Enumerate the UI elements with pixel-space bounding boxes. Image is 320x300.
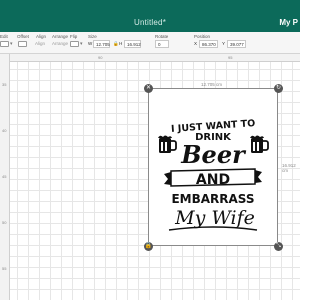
align-label: Align [36, 34, 47, 39]
design-line-4: AND [196, 172, 230, 188]
lock-handle-icon[interactable]: 🔒 [144, 242, 153, 251]
align-dropdown[interactable]: Align [35, 41, 45, 47]
height-readout: 16.912 cm [282, 163, 296, 173]
y-position-input[interactable]: 39.077 [227, 40, 246, 48]
design-artwork[interactable]: I JUST WANT TO DRINK Beer AND EMBARRASS … [151, 96, 275, 236]
vertical-ruler: 35 40 45 50 55 [0, 54, 10, 300]
height-input[interactable]: 16.912 [124, 40, 141, 48]
position-label: Position [194, 34, 211, 39]
ruler-tick-label: 50 [2, 220, 7, 225]
ruler-tick-label: 35 [2, 82, 7, 87]
ruler-tick-label: 95 [228, 55, 233, 60]
rotate-input[interactable]: 0 [155, 40, 169, 48]
resize-handle-icon[interactable]: ⤡ [274, 242, 283, 251]
arrange-label: Arrange [52, 34, 69, 39]
width-readout: 12.705 cm [201, 82, 223, 87]
design-line-6: My Wife [174, 207, 255, 229]
height-prefix: H [119, 41, 123, 46]
ruler-tick-label: 90 [98, 55, 103, 60]
y-prefix: Y [222, 41, 226, 46]
flip-label: Flip [70, 34, 78, 39]
edit-chevron-down-icon[interactable]: ▾ [10, 41, 13, 47]
design-line-5: EMBARRASS [171, 192, 254, 206]
flip-icon[interactable] [70, 41, 79, 47]
delete-handle-close-icon[interactable]: ✕ [144, 84, 153, 93]
project-name-label[interactable]: My P [279, 18, 298, 27]
edit-label: Edit [0, 34, 8, 39]
width-prefix: W [88, 41, 93, 46]
offset-icon[interactable] [18, 41, 27, 47]
title-bar: Untitled* My P [0, 0, 300, 32]
horizontal-ruler: 90 95 [10, 54, 300, 62]
design-line-3: Beer [180, 140, 247, 169]
ruler-tick-label: 55 [2, 266, 7, 271]
x-position-input[interactable]: 86.370 [199, 40, 218, 48]
ruler-tick-label: 45 [2, 174, 7, 179]
ruler-tick-label: 40 [2, 128, 7, 133]
rotate-label: Rotate [155, 34, 169, 39]
rotate-handle-icon[interactable]: ↻ [274, 84, 283, 93]
width-input[interactable]: 12.705 [93, 40, 110, 48]
arrange-dropdown[interactable]: Arrange [52, 41, 68, 47]
beer-mug-left-icon [158, 135, 177, 153]
edit-toolbar: Edit ▾ Offset Align Align Arrange Arrang… [0, 32, 300, 54]
flip-chevron-down-icon[interactable]: ▾ [80, 41, 83, 47]
design-space-window: Untitled* My P Edit ▾ Offset Align Align… [0, 0, 300, 300]
edit-icon[interactable] [0, 41, 9, 47]
beer-mug-right-icon [250, 135, 269, 153]
offset-label: Offset [17, 34, 29, 39]
document-title: Untitled* [133, 18, 167, 27]
size-label: Size [88, 34, 97, 39]
lock-icon[interactable]: 🔒 [113, 41, 119, 47]
x-prefix: X [194, 41, 198, 46]
